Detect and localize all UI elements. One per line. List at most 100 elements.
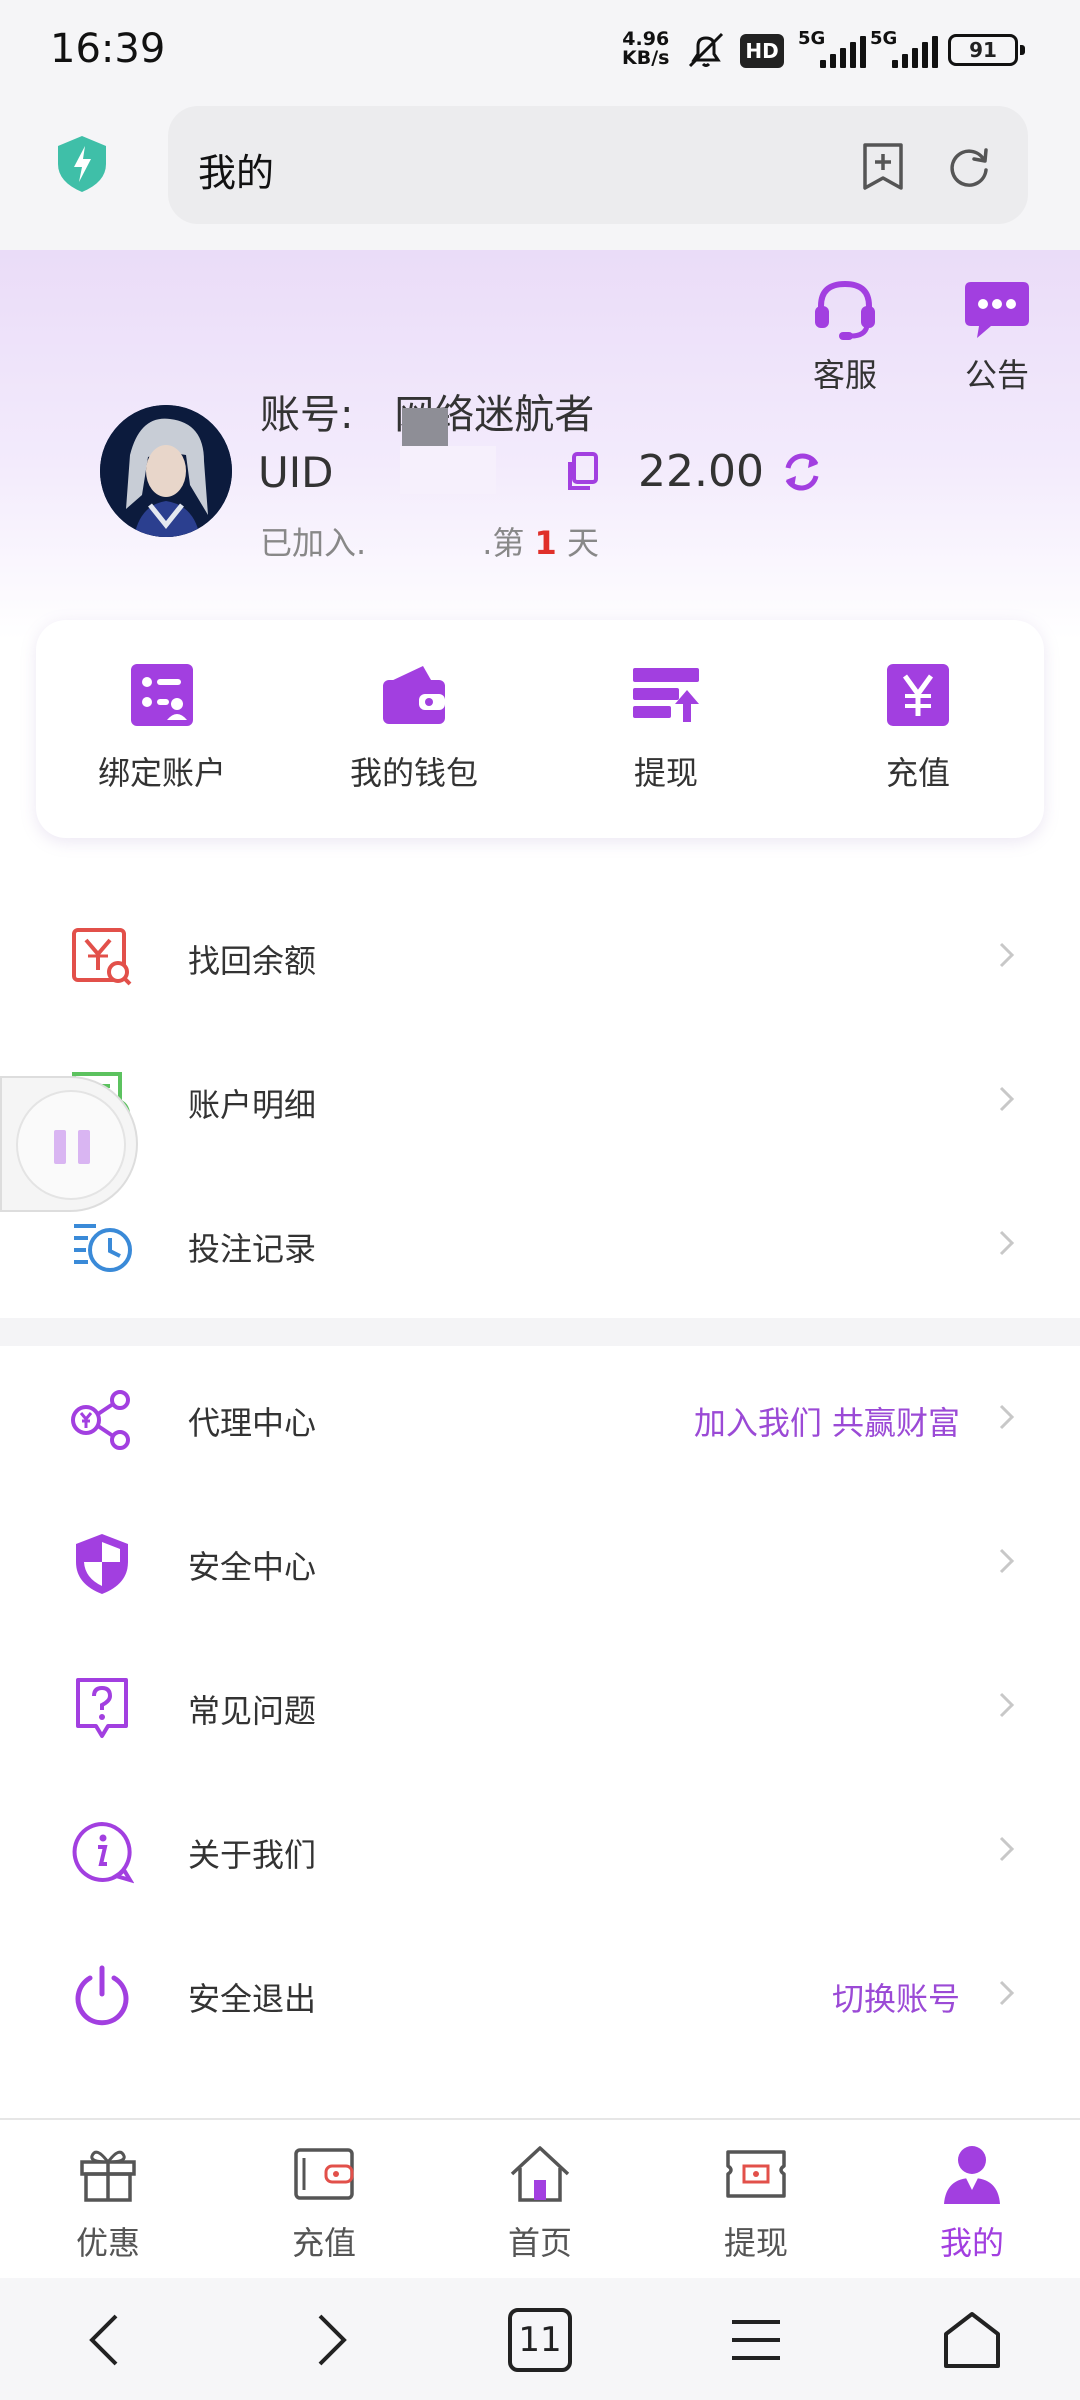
info-icon [72,1821,134,1884]
browser-toolbar: 我的 [0,100,1080,250]
quick-action-label: 提现 [633,754,698,792]
tab-recharge[interactable]: 充值 [244,2142,404,2264]
wallet-button[interactable]: 我的钱包 [304,660,524,794]
refresh-balance-icon[interactable] [780,450,824,494]
bind-account-icon [131,664,193,726]
chevron-right-icon [999,1086,1015,1112]
chevron-right-icon [999,942,1015,968]
joined-suffix: 天 [566,524,599,562]
chevron-right-icon [999,1404,1015,1430]
menu-item-bet-record[interactable]: 投注记录 [0,1176,1080,1316]
menu-item-account-detail[interactable]: 账户明细 [0,1032,1080,1172]
wallet-icon [294,2148,354,2200]
address-bar[interactable]: 我的 [168,106,1028,224]
agent-slogan: 加入我们 共赢财富 [693,1404,960,1442]
wallet-icon [383,666,445,724]
tab-promotions[interactable]: 优惠 [28,2142,188,2264]
switch-account-link[interactable]: 切换账号 [832,1974,960,2020]
signal-2-icon: 5G [870,28,938,68]
shield-icon [76,1534,128,1594]
chevron-right-icon [999,1548,1015,1574]
tabs-count-button[interactable]: 11 [508,2308,572,2372]
announcement-label: 公告 [964,356,1029,394]
withdraw-button[interactable]: 提现 [556,660,776,794]
menu-item-label: 代理中心 [188,1404,317,1442]
refresh-icon[interactable] [946,144,992,190]
power-icon [75,1965,129,2026]
menu-item-label: 常见问题 [188,1692,317,1730]
chevron-right-icon [999,1836,1015,1862]
tab-label: 充值 [291,2224,356,2262]
battery-indicator: 91 [948,34,1025,66]
forward-arrow-icon[interactable] [296,2308,360,2372]
mute-bell-icon [688,32,724,68]
chevron-right-icon [999,1230,1015,1256]
menu-item-about-us[interactable]: 关于我们 [0,1782,1080,1922]
chevron-right-icon [999,1980,1015,2006]
withdraw-icon [633,668,699,722]
bottom-tab-bar: 优惠 充值 首页 提现 我的 [0,2118,1080,2278]
menu-item-recover-balance[interactable]: 找回余额 [0,888,1080,1028]
signal-2-label: 5G [870,28,898,49]
status-time: 16:39 [50,26,166,72]
recharge-yen-icon [887,664,949,726]
bind-account-button[interactable]: 绑定账户 [52,660,272,794]
menu-item-security-center[interactable]: 安全中心 [0,1494,1080,1634]
recharge-button[interactable]: 充值 [808,660,1028,794]
menu-item-label: 账户明细 [188,1086,317,1124]
back-arrow-icon[interactable] [76,2308,140,2372]
account-label: 账号: [260,392,354,438]
menu-item-logout[interactable]: 安全退出 切换账号 [0,1926,1080,2066]
quick-action-label: 绑定账户 [97,754,226,792]
uid-label: UID [258,448,334,497]
balance-value: 22.00 [638,446,764,497]
home-outline-icon[interactable] [940,2308,1004,2372]
joined-days: 1 [534,524,557,562]
pause-icon [16,1090,126,1200]
ticket-icon [726,2150,786,2198]
menu-item-agent-center[interactable]: 代理中心 加入我们 共赢财富 [0,1350,1080,1490]
bet-record-icon [74,1224,132,1272]
menu-item-label: 投注记录 [188,1230,317,1268]
menu-item-faq[interactable]: 常见问题 [0,1638,1080,1778]
home-icon [510,2146,570,2202]
signal-1-icon: 5G [798,28,866,68]
security-shield-icon[interactable] [56,134,108,194]
menu-item-label: 安全退出 [188,1980,317,2018]
quick-action-label: 充值 [885,754,950,792]
customer-service-label: 客服 [812,356,877,394]
chat-bubble-icon [965,282,1029,338]
tab-withdraw[interactable]: 提现 [676,2142,836,2264]
quick-actions-card: 绑定账户 我的钱包 提现 充值 [36,620,1044,838]
floating-pause-button[interactable] [0,1076,138,1212]
address-text[interactable]: 我的 [198,142,274,197]
avatar[interactable] [100,405,232,537]
quick-action-label: 我的钱包 [349,754,478,792]
hd-badge: HD [740,34,784,68]
menu-item-label: 关于我们 [188,1836,317,1874]
net-speed-unit: KB/s [622,47,670,69]
net-speed: 4.96 KB/s [622,30,669,68]
tab-label: 优惠 [75,2224,140,2262]
status-bar: 16:39 4.96 KB/s HD 5G 5G 91 [0,0,1080,100]
headset-icon [815,280,875,340]
menu-icon[interactable] [724,2308,788,2372]
question-icon [76,1678,128,1738]
tab-label: 首页 [507,2224,572,2262]
tab-label: 提现 [723,2224,788,2262]
joined-prefix: 已加入. [260,524,367,562]
tab-mine[interactable]: 我的 [892,2142,1052,2264]
tab-home[interactable]: 首页 [460,2142,620,2264]
bookmark-add-icon[interactable] [860,142,906,192]
announcement-button[interactable]: 公告 [952,278,1042,396]
menu-item-label: 找回余额 [188,942,317,980]
tab-label: 我的 [939,2224,1004,2262]
redaction-block [400,446,496,494]
signal-1-label: 5G [798,28,826,49]
menu-item-label: 安全中心 [188,1548,317,1586]
system-nav-bar: 11 [0,2278,1080,2400]
chevron-right-icon [999,1692,1015,1718]
customer-service-button[interactable]: 客服 [800,278,890,396]
copy-icon[interactable] [564,452,600,492]
joined-mid: .第 [482,524,525,562]
